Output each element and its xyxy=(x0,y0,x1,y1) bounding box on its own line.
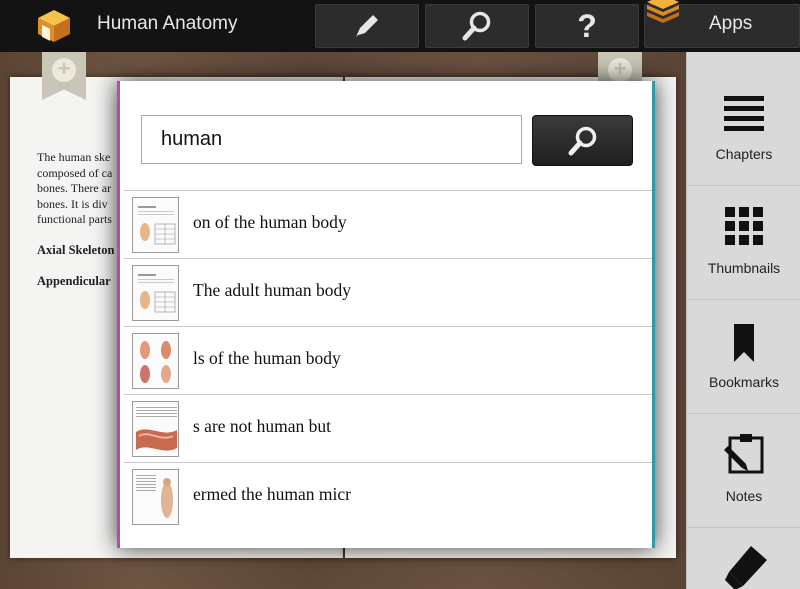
sidebar-item-label: Notes xyxy=(725,488,763,504)
edit-button[interactable] xyxy=(315,4,419,48)
pencil-icon xyxy=(356,15,378,37)
page-line: bones. It is div xyxy=(37,196,108,211)
sidebar-item-label: Bookmarks xyxy=(708,374,780,390)
result-text: ermed the human micr xyxy=(193,484,351,504)
plus-icon: + xyxy=(608,58,632,82)
search-result-row[interactable]: ls of the human body xyxy=(124,326,652,394)
page-line: functional parts xyxy=(37,212,112,226)
sidebar-item-label: Chapters xyxy=(715,146,773,162)
page-heading-axial: Axial Skeleton xyxy=(37,243,115,257)
result-text: The adult human body xyxy=(193,280,351,300)
result-thumbnail xyxy=(132,469,179,525)
result-thumbnail xyxy=(132,333,179,389)
search-icon xyxy=(568,126,596,155)
sidebar-item-label: Thumbnails xyxy=(707,260,781,276)
sidebar: Chapters Thumbnails Bookmarks Notes xyxy=(686,52,800,589)
grid-icon xyxy=(725,207,763,245)
search-submit-button[interactable] xyxy=(532,115,633,166)
result-thumbnail xyxy=(132,401,179,457)
search-result-row[interactable]: on of the human body xyxy=(124,190,652,258)
sidebar-item-thumbnails[interactable]: Thumbnails xyxy=(687,186,800,300)
help-button[interactable]: ? xyxy=(535,4,639,48)
question-icon: ? xyxy=(577,10,597,42)
apps-label: Apps xyxy=(709,13,753,34)
search-toolbar-button[interactable] xyxy=(425,4,529,48)
search-icon xyxy=(462,11,491,41)
sidebar-item-chapters[interactable]: Chapters xyxy=(687,72,800,186)
plus-icon: + xyxy=(52,58,76,82)
result-text: s are not human but xyxy=(193,416,332,436)
apps-button[interactable]: Apps xyxy=(644,0,800,48)
page-line: composed of ca xyxy=(37,165,113,180)
app-title: Human Anatomy xyxy=(97,13,238,34)
top-toolbar: Human Anatomy ? Apps xyxy=(0,0,800,52)
sidebar-item-notes[interactable]: Notes xyxy=(687,414,800,528)
search-dialog: on of the human body The adult human bod… xyxy=(117,81,655,548)
result-text: on of the human body xyxy=(193,212,347,232)
highlighter-icon xyxy=(725,546,767,589)
book-box-icon[interactable] xyxy=(36,8,72,44)
search-input[interactable] xyxy=(141,115,522,164)
page-heading-appendicular: Appendicular xyxy=(37,274,111,288)
search-result-row[interactable]: ermed the human micr xyxy=(124,462,652,530)
page-line: The human ske xyxy=(37,150,111,164)
result-thumbnail xyxy=(132,197,179,253)
bookmark-icon xyxy=(734,324,754,362)
search-result-row[interactable]: The adult human body xyxy=(124,258,652,326)
page-body-text: The human ske composed of ca bones. Ther… xyxy=(37,150,127,228)
sidebar-item-highlighter[interactable] xyxy=(687,528,800,589)
result-text: ls of the human body xyxy=(193,348,341,368)
svg-text:?: ? xyxy=(577,10,597,42)
notes-icon xyxy=(724,434,764,474)
result-thumbnail xyxy=(132,265,179,321)
sidebar-item-bookmarks[interactable]: Bookmarks xyxy=(687,300,800,414)
search-result-row[interactable]: s are not human but xyxy=(124,394,652,462)
page-line: bones. There ar xyxy=(37,181,112,195)
list-icon xyxy=(724,96,764,131)
